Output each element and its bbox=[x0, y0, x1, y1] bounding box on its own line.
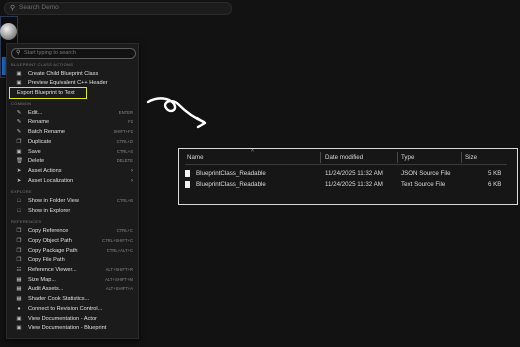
menu-search-placeholder: Start typing to search bbox=[24, 50, 76, 56]
menu-item-connect-revision-control[interactable]: ● Connect to Revision Control... bbox=[13, 305, 133, 313]
curly-arrow-icon bbox=[146, 97, 207, 129]
menu-item-create-child-blueprint[interactable]: ▣ Create Child Blueprint Class bbox=[13, 70, 133, 78]
file-explorer-panel: Name ˄ Date modified Type Size Blueprint… bbox=[178, 148, 518, 205]
rename-icon: ✎ bbox=[16, 119, 22, 125]
revision-control-icon: ● bbox=[17, 306, 21, 312]
menu-item-batch-rename[interactable]: ✎ Batch Rename SHIFT+F2 bbox=[13, 128, 133, 136]
sort-caret-icon: ˄ bbox=[251, 148, 254, 154]
menu-item-copy-file-path[interactable]: ❐ Copy File Path bbox=[13, 256, 133, 264]
copy-icon: ❐ bbox=[16, 257, 22, 263]
file-icon bbox=[185, 181, 190, 188]
documentation-icon: ▣ bbox=[16, 325, 22, 331]
header-divider bbox=[185, 164, 507, 165]
menu-item-delete[interactable]: 🗑 Delete DELETE bbox=[13, 157, 133, 165]
audit-icon: ▦ bbox=[16, 286, 22, 292]
menu-item-edit[interactable]: ✎ Edit... ENTER bbox=[13, 109, 133, 117]
menu-search-input[interactable]: ⚲ Start typing to search bbox=[11, 48, 136, 59]
documentation-icon: ▣ bbox=[16, 316, 22, 322]
search-bar[interactable]: ⚲ Search Demo bbox=[4, 2, 232, 15]
menu-item-copy-reference[interactable]: ❐ Copy Reference CTRL+C bbox=[13, 227, 133, 235]
file-row[interactable]: BlueprintClass_Readable 11/24/2025 11:32… bbox=[179, 169, 517, 179]
chevron-right-icon: › bbox=[131, 178, 133, 184]
column-header-name[interactable]: Name bbox=[187, 154, 204, 161]
file-icon bbox=[185, 170, 190, 177]
menu-item-asset-actions[interactable]: ➤ Asset Actions › bbox=[13, 167, 133, 175]
column-separator bbox=[397, 152, 398, 163]
column-header-type[interactable]: Type bbox=[401, 154, 414, 161]
delete-icon: 🗑 bbox=[16, 158, 23, 164]
menu-item-size-map[interactable]: ▦ Size Map... ALT+SHIFT+M bbox=[13, 276, 133, 284]
menu-item-duplicate[interactable]: ❐ Duplicate CTRL+D bbox=[13, 138, 133, 146]
section-common: COMMON bbox=[11, 101, 32, 106]
chevron-right-icon: › bbox=[131, 168, 133, 174]
edit-icon: ✎ bbox=[16, 110, 22, 116]
section-blueprint-class-actions: BLUEPRINT CLASS ACTIONS bbox=[11, 62, 74, 67]
menu-item-save[interactable]: ▣ Save CTRL+S bbox=[13, 148, 133, 156]
column-header-date[interactable]: Date modified bbox=[325, 154, 363, 161]
export-highlight-box bbox=[9, 87, 87, 99]
reference-viewer-icon: ☷ bbox=[16, 267, 22, 273]
menu-item-copy-object-path[interactable]: ❐ Copy Object Path CTRL+SHIFT+C bbox=[13, 237, 133, 245]
explorer-icon: □ bbox=[17, 208, 21, 214]
menu-item-show-in-explorer[interactable]: □ Show in Explorer bbox=[13, 207, 133, 215]
menu-item-view-doc-actor[interactable]: ▣ View Documentation - Actor bbox=[13, 315, 133, 323]
localization-icon: ➤ bbox=[16, 178, 22, 184]
menu-item-view-doc-blueprint[interactable]: ▣ View Documentation - Blueprint bbox=[13, 324, 133, 332]
section-references: REFERENCES bbox=[11, 219, 42, 224]
duplicate-icon: ❐ bbox=[16, 139, 22, 145]
sphere-preview bbox=[0, 23, 17, 40]
search-placeholder: Search Demo bbox=[19, 4, 59, 11]
code-icon: ▣ bbox=[16, 80, 22, 86]
copy-icon: ❐ bbox=[16, 238, 22, 244]
column-separator bbox=[461, 152, 462, 163]
menu-item-show-in-folder-view[interactable]: □ Show in Folder View CTRL+B bbox=[13, 197, 133, 205]
menu-item-preview-cpp-header[interactable]: ▣ Preview Equivalent C++ Header bbox=[13, 79, 133, 87]
section-explore: EXPLORE bbox=[11, 189, 32, 194]
size-map-icon: ▦ bbox=[16, 277, 22, 283]
copy-icon: ❐ bbox=[16, 228, 22, 234]
batch-rename-icon: ✎ bbox=[16, 129, 22, 135]
save-icon: ▣ bbox=[16, 149, 22, 155]
column-separator bbox=[320, 152, 321, 163]
blueprint-icon: ▣ bbox=[16, 71, 22, 77]
copy-icon: ❐ bbox=[16, 248, 22, 254]
menu-item-copy-package-path[interactable]: ❐ Copy Package Path CTRL+ALT+C bbox=[13, 247, 133, 255]
search-icon: ⚲ bbox=[16, 50, 21, 56]
menu-item-asset-localization[interactable]: ➤ Asset Localization › bbox=[13, 177, 133, 185]
menu-item-rename[interactable]: ✎ Rename F2 bbox=[13, 118, 133, 126]
asset-actions-icon: ➤ bbox=[16, 168, 22, 174]
stats-icon: ▦ bbox=[16, 296, 22, 302]
file-row[interactable]: BlueprintClass_Readable 11/24/2025 11:32… bbox=[179, 180, 517, 190]
column-header-size[interactable]: Size bbox=[465, 154, 477, 161]
menu-item-shader-cook-statistics[interactable]: ▦ Shader Cook Statistics... bbox=[13, 295, 133, 303]
menu-item-reference-viewer[interactable]: ☷ Reference Viewer... ALT+SHIFT+R bbox=[13, 266, 133, 274]
folder-icon: □ bbox=[17, 198, 21, 204]
search-icon: ⚲ bbox=[10, 5, 16, 12]
menu-item-audit-assets[interactable]: ▦ Audit Assets... ALT+SHIFT+A bbox=[13, 285, 133, 293]
